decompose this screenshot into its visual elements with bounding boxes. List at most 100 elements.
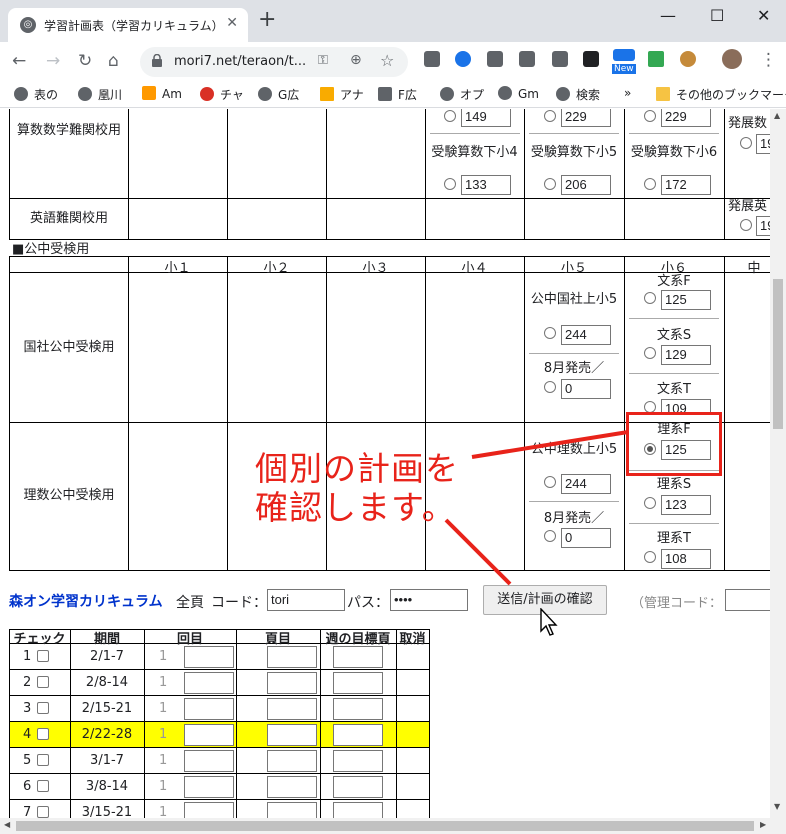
page-input[interactable]: [267, 724, 317, 746]
other-bookmarks-folder[interactable]: その他のブックマーク: [656, 86, 786, 103]
pages-input[interactable]: 244: [561, 474, 611, 494]
scroll-right-icon[interactable]: ▶: [760, 820, 766, 829]
curriculum-radio[interactable]: [644, 551, 656, 563]
page-input[interactable]: [267, 776, 317, 798]
curriculum-radio[interactable]: [544, 110, 556, 122]
horizontal-scrollbar[interactable]: ◀ ▶: [0, 818, 786, 834]
pages-input[interactable]: 149: [461, 109, 511, 127]
avatar[interactable]: [722, 49, 742, 69]
cookie-icon[interactable]: [680, 51, 696, 67]
scroll-left-icon[interactable]: ◀: [4, 820, 10, 829]
bookmark-item[interactable]: 検索: [556, 86, 600, 103]
curriculum-radio[interactable]: [644, 497, 656, 509]
page-input[interactable]: [267, 750, 317, 772]
curriculum-radio[interactable]: [544, 381, 556, 393]
back-icon[interactable]: ←: [12, 51, 26, 71]
maximize-button[interactable]: ☐: [710, 6, 724, 25]
curriculum-radio[interactable]: [644, 110, 656, 122]
pages-input[interactable]: 19: [756, 216, 770, 236]
vertical-scrollbar[interactable]: ▲ ▼: [770, 109, 786, 818]
curriculum-radio[interactable]: [544, 178, 556, 190]
kai-input[interactable]: [184, 776, 234, 798]
kai-input[interactable]: [184, 698, 234, 720]
menu-kebab-icon[interactable]: ⋮: [760, 50, 777, 70]
page-input[interactable]: [267, 698, 317, 720]
bookmark-item[interactable]: チャ: [200, 86, 244, 103]
curriculum-radio[interactable]: [544, 530, 556, 542]
scroll-down-icon[interactable]: ▼: [774, 802, 780, 811]
kai-input[interactable]: [184, 672, 234, 694]
row-checkbox[interactable]: [37, 780, 49, 792]
pages-input[interactable]: 172: [661, 175, 711, 195]
key-icon[interactable]: ⚿: [318, 53, 328, 68]
kai-input[interactable]: [184, 802, 234, 818]
bookmark-item[interactable]: オプ: [440, 86, 484, 103]
reload-icon[interactable]: ↻: [78, 51, 92, 71]
extension-shield-icon[interactable]: [455, 51, 471, 67]
zoom-icon[interactable]: ⊕: [350, 52, 362, 68]
kai-input[interactable]: [184, 724, 234, 746]
row-checkbox[interactable]: [37, 702, 49, 714]
bookmark-item[interactable]: 表の: [14, 86, 58, 103]
extension-drive-icon[interactable]: [424, 51, 440, 67]
weekly-goal-input[interactable]: [333, 646, 383, 668]
close-tab-icon[interactable]: ✕: [226, 15, 238, 31]
pages-input[interactable]: 108: [661, 549, 711, 569]
bookmark-item[interactable]: Am: [142, 86, 182, 101]
curriculum-radio[interactable]: [644, 292, 656, 304]
scroll-thumb[interactable]: [773, 279, 783, 429]
close-window-button[interactable]: ✕: [757, 6, 770, 25]
weekly-goal-input[interactable]: [333, 672, 383, 694]
bookmarks-overflow-icon[interactable]: »: [624, 86, 631, 100]
curriculum-radio[interactable]: [544, 327, 556, 339]
admin-code-input[interactable]: [725, 589, 770, 611]
address-bar[interactable]: mori7.net/teraon/t... ⚿ ⊕ ☆: [140, 47, 408, 77]
weekly-goal-input[interactable]: [333, 802, 383, 818]
curriculum-radio[interactable]: [544, 476, 556, 488]
extension-forward-icon[interactable]: [583, 51, 599, 67]
weekly-goal-input[interactable]: [333, 724, 383, 746]
minimize-button[interactable]: —: [660, 6, 676, 25]
curriculum-radio[interactable]: [444, 110, 456, 122]
extension-code-icon[interactable]: [552, 51, 568, 67]
home-icon[interactable]: ⌂: [108, 51, 119, 71]
kai-input[interactable]: [184, 750, 234, 772]
page-input[interactable]: [267, 646, 317, 668]
pages-input[interactable]: 123: [661, 495, 711, 515]
weekly-goal-input[interactable]: [333, 698, 383, 720]
kai-input[interactable]: [184, 646, 234, 668]
curriculum-radio[interactable]: [644, 347, 656, 359]
pages-input[interactable]: 19: [756, 134, 770, 154]
row-checkbox[interactable]: [37, 754, 49, 766]
weekly-goal-input[interactable]: [333, 750, 383, 772]
bookmark-item[interactable]: F広: [378, 86, 417, 103]
forward-icon[interactable]: →: [46, 51, 60, 71]
extension-chart-icon[interactable]: [487, 51, 503, 67]
row-checkbox[interactable]: [37, 650, 49, 662]
row-checkbox[interactable]: [37, 806, 49, 818]
active-tab[interactable]: ◎ 学習計画表（学習カリキュラム） ✕: [8, 8, 248, 42]
password-input[interactable]: ••••: [390, 589, 468, 611]
page-input[interactable]: [267, 672, 317, 694]
scroll-thumb[interactable]: [16, 821, 754, 831]
curriculum-radio[interactable]: [740, 219, 752, 231]
pages-input[interactable]: 244: [561, 325, 611, 345]
site-brand-link[interactable]: 森オン学習カリキュラム: [9, 591, 163, 611]
curriculum-radio[interactable]: [444, 178, 456, 190]
pages-input[interactable]: 125: [661, 290, 711, 310]
curriculum-radio[interactable]: [740, 137, 752, 149]
pages-input[interactable]: 0: [561, 528, 611, 548]
code-input[interactable]: tori: [267, 589, 345, 611]
row-checkbox[interactable]: [37, 728, 49, 740]
extension-bookmark-icon[interactable]: [519, 51, 535, 67]
bookmark-item[interactable]: Gm: [498, 86, 539, 101]
pages-input[interactable]: 229: [661, 109, 711, 127]
bookmark-star-icon[interactable]: ☆: [380, 51, 394, 70]
scroll-up-icon[interactable]: ▲: [774, 111, 780, 120]
new-tab-button[interactable]: +: [258, 9, 276, 31]
pages-input[interactable]: 0: [561, 379, 611, 399]
pages-input[interactable]: 206: [561, 175, 611, 195]
row-checkbox[interactable]: [37, 676, 49, 688]
page-input[interactable]: [267, 802, 317, 818]
bookmark-item[interactable]: 凰川: [78, 86, 122, 103]
